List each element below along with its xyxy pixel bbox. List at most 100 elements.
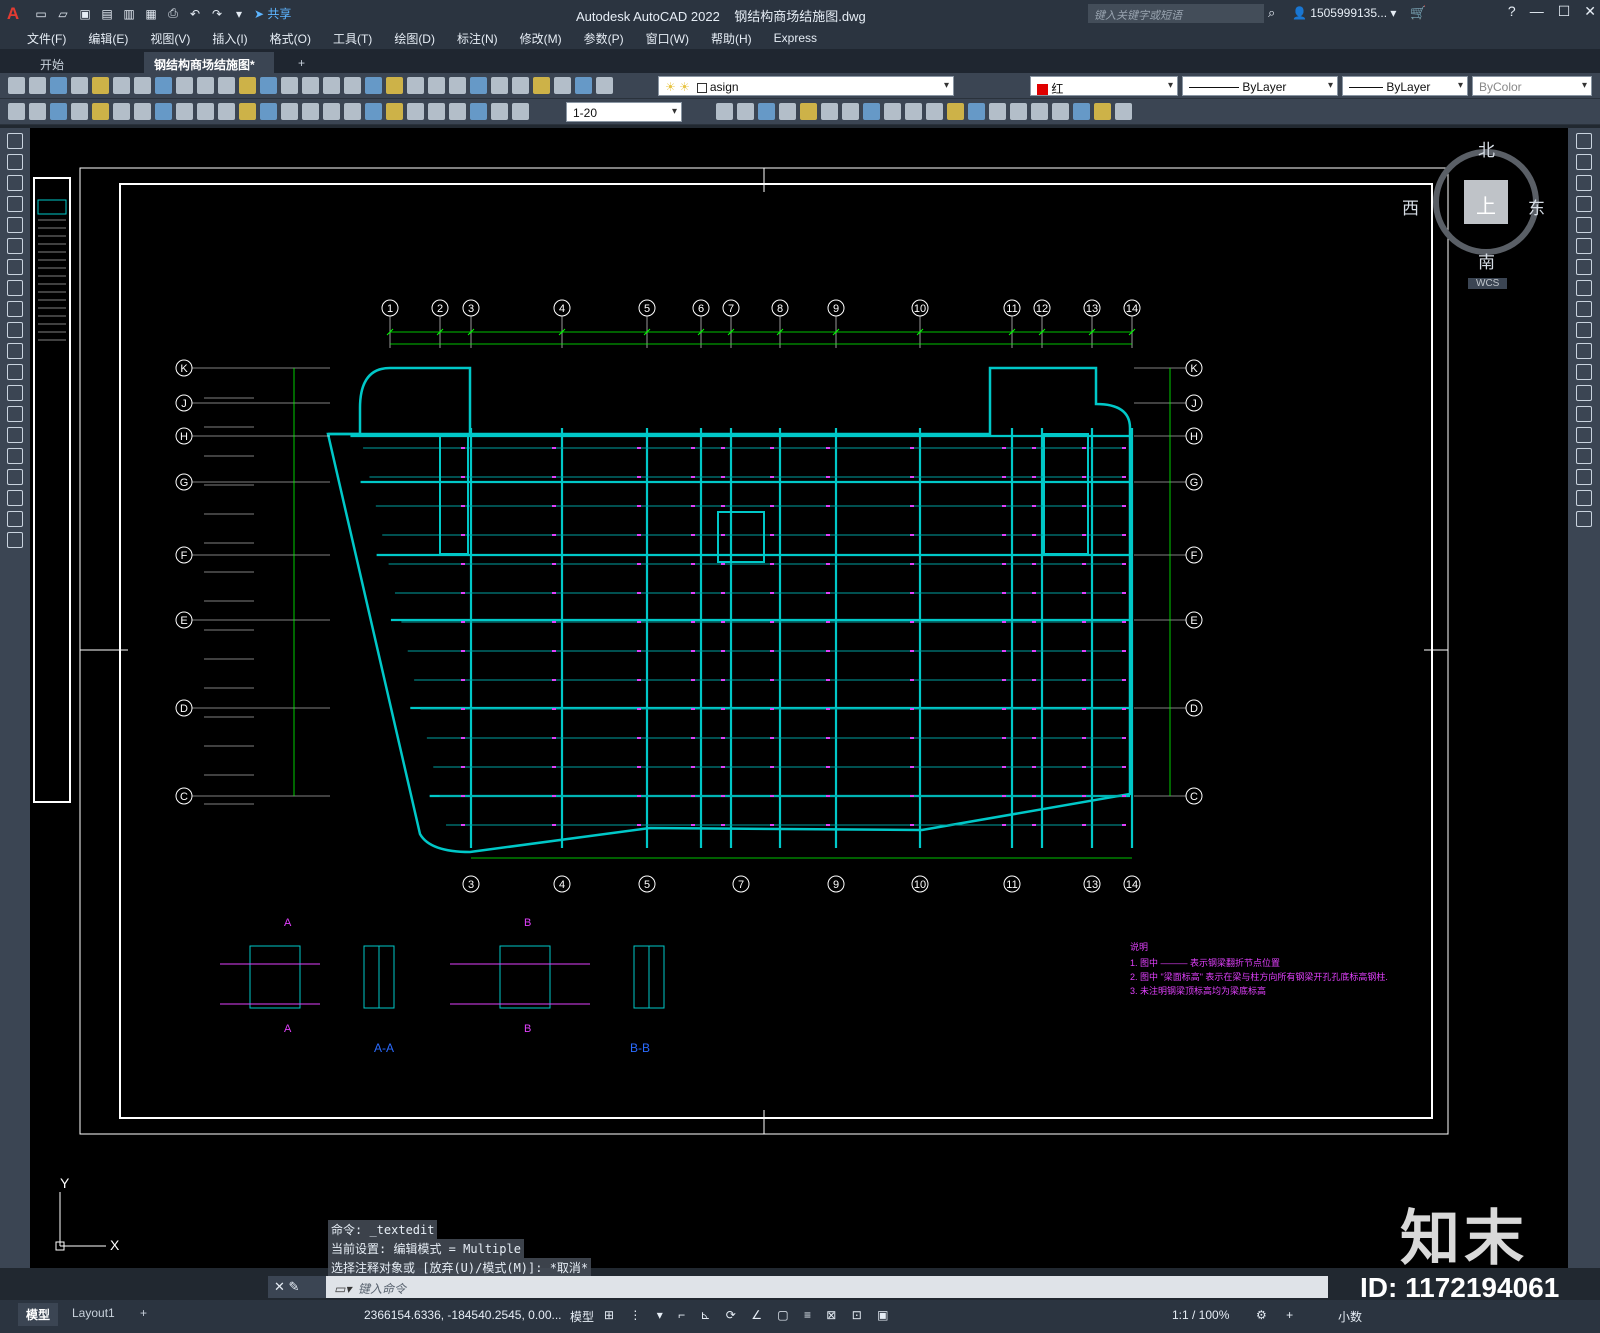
- standard-tool-icon[interactable]: [50, 77, 67, 94]
- annotation-scale[interactable]: 1:1 / 100%: [1172, 1308, 1229, 1322]
- standard-tool-icon[interactable]: [491, 77, 508, 94]
- dimension-tool-icon[interactable]: [134, 103, 151, 120]
- modify-tool-icon[interactable]: [842, 103, 859, 120]
- standard-tool-icon[interactable]: [92, 77, 109, 94]
- standard-tool-icon[interactable]: [8, 77, 25, 94]
- modify-tool-icon[interactable]: [1031, 103, 1048, 120]
- modify-tool-icon[interactable]: [1576, 175, 1592, 191]
- draw-tool-icon[interactable]: [7, 301, 23, 317]
- model-space-toggle[interactable]: 模型: [570, 1308, 594, 1325]
- coordinates-readout[interactable]: 2366154.6336, -184540.2545, 0.00...: [364, 1308, 562, 1322]
- modify-tool-icon[interactable]: [863, 103, 880, 120]
- dimension-tool-icon[interactable]: [197, 103, 214, 120]
- dimscale-combo[interactable]: 1-20 ▾: [566, 102, 682, 122]
- modify-tool-icon[interactable]: [926, 103, 943, 120]
- plotstyle-combo[interactable]: ByColor ▾: [1472, 76, 1592, 96]
- dimension-tool-icon[interactable]: [365, 103, 382, 120]
- dimension-tool-icon[interactable]: [512, 103, 529, 120]
- dimension-tool-icon[interactable]: [449, 103, 466, 120]
- menu-item[interactable]: 窗口(W): [635, 30, 700, 47]
- draw-tool-icon[interactable]: [7, 364, 23, 380]
- dimension-tool-icon[interactable]: [155, 103, 172, 120]
- dimension-tool-icon[interactable]: [323, 103, 340, 120]
- standard-tool-icon[interactable]: [176, 77, 193, 94]
- draw-tool-icon[interactable]: [7, 259, 23, 275]
- modify-tool-icon[interactable]: [1073, 103, 1090, 120]
- standard-tool-icon[interactable]: [71, 77, 88, 94]
- standard-tool-icon[interactable]: [554, 77, 571, 94]
- modify-tool-icon[interactable]: [1094, 103, 1111, 120]
- modify-tool-icon[interactable]: [821, 103, 838, 120]
- draw-tool-icon[interactable]: [7, 406, 23, 422]
- draw-tool-icon[interactable]: [7, 322, 23, 338]
- modify-tool-icon[interactable]: [716, 103, 733, 120]
- dimension-tool-icon[interactable]: [176, 103, 193, 120]
- modify-tool-icon[interactable]: [884, 103, 901, 120]
- standard-tool-icon[interactable]: [260, 77, 277, 94]
- open-icon[interactable]: ▱: [54, 5, 72, 23]
- undo-icon[interactable]: ↶: [186, 5, 204, 23]
- draw-tool-icon[interactable]: [7, 133, 23, 149]
- drafting-toggles[interactable]: ⊞ ⋮ ▾ ⌐ ⊾ ⟳ ∠ ▢ ≡ ⊠ ⊡ ▣: [604, 1308, 894, 1322]
- draw-tool-icon[interactable]: [7, 175, 23, 191]
- close-command-icon[interactable]: ✕: [274, 1279, 285, 1294]
- modify-tool-icon[interactable]: [758, 103, 775, 120]
- lineweight-combo[interactable]: ByLayer ▾: [1342, 76, 1468, 96]
- command-prompt-icon[interactable]: ▭▾: [334, 1282, 351, 1296]
- wcs-menu[interactable]: WCS: [1468, 278, 1508, 289]
- autocad-logo-icon[interactable]: A: [0, 0, 26, 27]
- modify-tool-icon[interactable]: [1576, 343, 1592, 359]
- standard-tool-icon[interactable]: [134, 77, 151, 94]
- dimension-tool-icon[interactable]: [260, 103, 277, 120]
- standard-tool-icon[interactable]: [533, 77, 550, 94]
- draw-tool-icon[interactable]: [7, 490, 23, 506]
- standard-tool-icon[interactable]: [428, 77, 445, 94]
- dimension-tool-icon[interactable]: [302, 103, 319, 120]
- standard-tool-icon[interactable]: [344, 77, 361, 94]
- publish-icon[interactable]: ▥: [120, 5, 138, 23]
- dimension-tool-icon[interactable]: [428, 103, 445, 120]
- help-search-input[interactable]: 键入关键字或短语: [1088, 4, 1264, 23]
- modify-tool-icon[interactable]: [1576, 322, 1592, 338]
- dimension-tool-icon[interactable]: [92, 103, 109, 120]
- modify-tool-icon[interactable]: [1576, 154, 1592, 170]
- tab-drawing[interactable]: 钢结构商场结施图* ✕: [144, 52, 274, 87]
- modify-tool-icon[interactable]: [947, 103, 964, 120]
- redo-icon[interactable]: ↷: [208, 5, 226, 23]
- plot-icon[interactable]: ▦: [142, 5, 160, 23]
- viewcube-south[interactable]: 南: [1478, 248, 1495, 273]
- tab-layout1[interactable]: Layout1: [64, 1303, 123, 1323]
- standard-tool-icon[interactable]: [302, 77, 319, 94]
- modify-tool-icon[interactable]: [1576, 448, 1592, 464]
- modify-tool-icon[interactable]: [905, 103, 922, 120]
- standard-tool-icon[interactable]: [575, 77, 592, 94]
- maximize-icon[interactable]: ☐: [1558, 3, 1571, 20]
- menu-item[interactable]: 工具(T): [322, 30, 383, 47]
- menu-item[interactable]: Express: [763, 31, 828, 45]
- menu-item[interactable]: 编辑(E): [77, 30, 139, 47]
- dimension-tool-icon[interactable]: [470, 103, 487, 120]
- standard-tool-icon[interactable]: [407, 77, 424, 94]
- dimension-tool-icon[interactable]: [281, 103, 298, 120]
- viewcube[interactable]: 北 西 东 南 上 WCS: [1402, 141, 1548, 289]
- modify-tool-icon[interactable]: [1576, 385, 1592, 401]
- user-account[interactable]: 👤 1505999135... ▾: [1292, 6, 1396, 20]
- modify-tool-icon[interactable]: [1576, 280, 1592, 296]
- draw-tool-icon[interactable]: [7, 196, 23, 212]
- standard-tool-icon[interactable]: [512, 77, 529, 94]
- dimension-tool-icon[interactable]: [50, 103, 67, 120]
- modify-tool-icon[interactable]: [1576, 511, 1592, 527]
- viewcube-north[interactable]: 北: [1478, 136, 1495, 161]
- standard-tool-icon[interactable]: [449, 77, 466, 94]
- modify-tool-icon[interactable]: [737, 103, 754, 120]
- modify-tool-icon[interactable]: [1576, 238, 1592, 254]
- draw-tool-icon[interactable]: [7, 154, 23, 170]
- standard-tool-icon[interactable]: [470, 77, 487, 94]
- customize-qa-icon[interactable]: ▾: [230, 5, 248, 23]
- menu-item[interactable]: 插入(I): [201, 30, 258, 47]
- modify-tool-icon[interactable]: [1576, 259, 1592, 275]
- units-toggle[interactable]: 小数: [1338, 1308, 1362, 1325]
- modify-tool-icon[interactable]: [1576, 427, 1592, 443]
- share-button[interactable]: ➤ 共享: [254, 5, 291, 22]
- standard-tool-icon[interactable]: [155, 77, 172, 94]
